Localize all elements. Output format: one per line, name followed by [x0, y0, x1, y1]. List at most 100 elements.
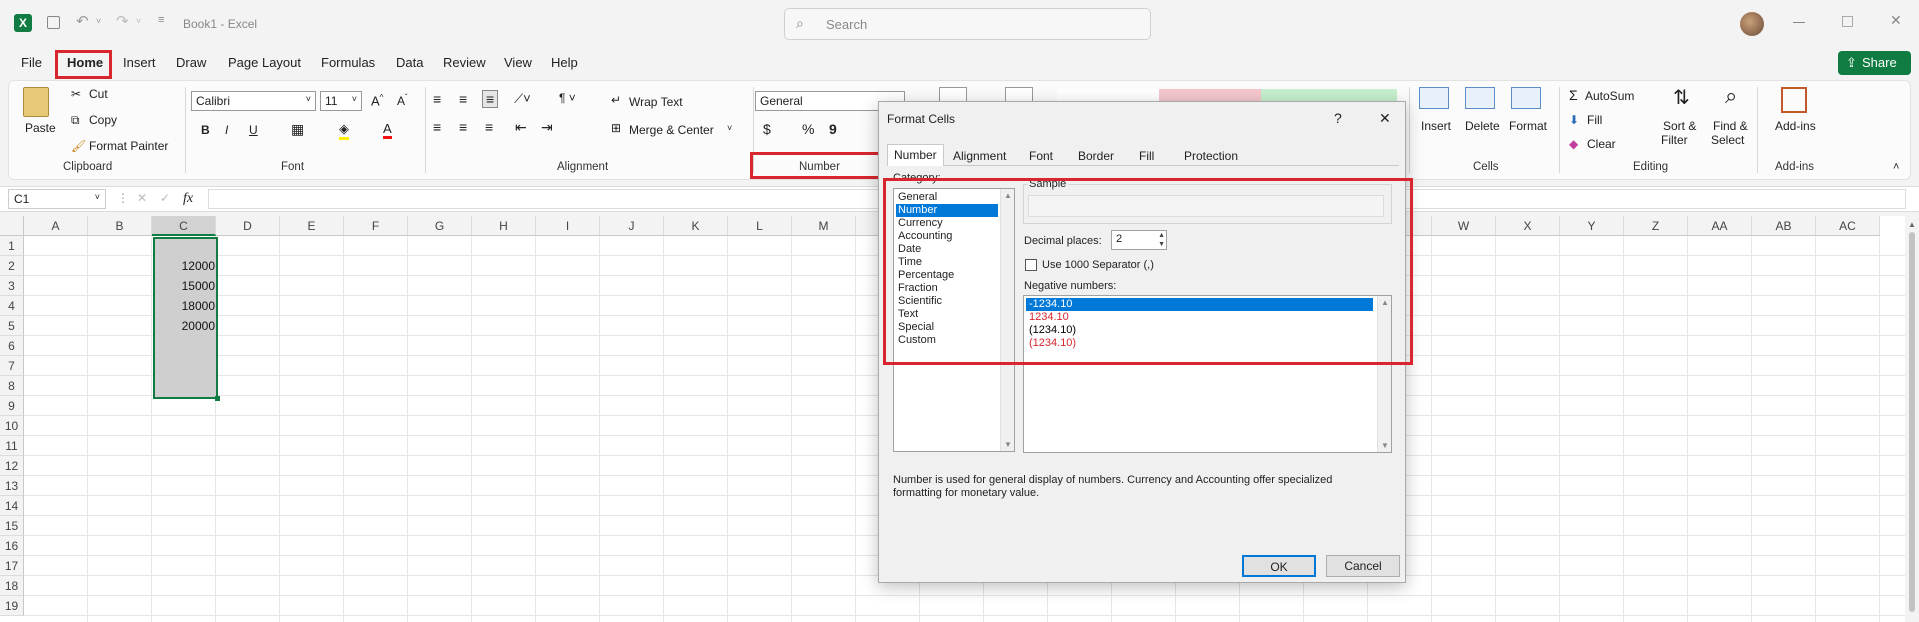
clear-button[interactable]: Clear [1587, 137, 1616, 151]
grow-font-icon[interactable]: A^ [371, 93, 383, 108]
cell-styles-gallery[interactable] [1057, 89, 1397, 101]
cell-c5[interactable]: 20000 [160, 319, 215, 333]
fill-color-icon[interactable]: ◈ [339, 121, 349, 140]
tab-font[interactable]: Font [1023, 146, 1059, 166]
column-header-k[interactable]: K [664, 216, 728, 236]
bold-icon[interactable]: B [201, 123, 210, 137]
merge-center-button[interactable]: Merge & Center [629, 123, 714, 137]
column-header-m[interactable]: M [792, 216, 856, 236]
row-header-1[interactable]: 1 [0, 236, 24, 256]
avatar[interactable] [1740, 12, 1764, 36]
row-header-11[interactable]: 11 [0, 436, 24, 456]
align-right-icon[interactable]: ≡ [485, 119, 493, 135]
scroll-down-icon[interactable]: ▼ [1004, 440, 1012, 449]
row-header-8[interactable]: 8 [0, 376, 24, 396]
help-button[interactable]: ? [1334, 110, 1342, 126]
menu-data[interactable]: Data [396, 55, 423, 70]
row-header-16[interactable]: 16 [0, 536, 24, 556]
cancel-entry-icon[interactable]: ✕ [137, 191, 147, 205]
chevron-down-icon[interactable]: ˅ [727, 123, 732, 133]
customize-qat-icon[interactable]: ≡ [158, 14, 164, 26]
tab-number[interactable]: Number [887, 144, 944, 166]
row-header-19[interactable]: 19 [0, 596, 24, 616]
row-header-4[interactable]: 4 [0, 296, 24, 316]
format-cells-button[interactable]: Format [1509, 119, 1547, 133]
save-icon[interactable] [47, 16, 60, 29]
cancel-button[interactable]: Cancel [1326, 555, 1400, 577]
decrease-indent-icon[interactable]: ⇤ [515, 119, 527, 136]
menu-page-layout[interactable]: Page Layout [228, 55, 301, 70]
redo-icon[interactable]: ↷ [116, 12, 129, 30]
column-header-i[interactable]: I [536, 216, 600, 236]
cell-c2[interactable]: 12000 [160, 259, 215, 273]
insert-cells-button[interactable]: Insert [1421, 119, 1451, 133]
copy-button[interactable]: Copy [89, 113, 117, 127]
search-box[interactable]: ⌕ Search [784, 8, 1151, 40]
increase-indent-icon[interactable]: ⇥ [541, 119, 553, 136]
center-icon[interactable]: ≡ [459, 119, 467, 135]
orientation-icon[interactable]: ⟋˅ [514, 91, 531, 107]
insert-function-icon[interactable]: fx [183, 191, 193, 207]
row-header-7[interactable]: 7 [0, 356, 24, 376]
sort-filter-label-1[interactable]: Sort & [1663, 119, 1696, 133]
column-header-l[interactable]: L [728, 216, 792, 236]
undo-dropdown-icon[interactable]: ˅ [96, 16, 101, 26]
close-dialog-button[interactable]: ✕ [1379, 110, 1391, 127]
row-header-2[interactable]: 2 [0, 256, 24, 276]
delete-cells-button[interactable]: Delete [1465, 119, 1500, 133]
column-header-z[interactable]: Z [1624, 216, 1688, 236]
row-header-15[interactable]: 15 [0, 516, 24, 536]
row-header-12[interactable]: 12 [0, 456, 24, 476]
tab-alignment[interactable]: Alignment [947, 146, 1012, 166]
column-header-ac[interactable]: AC [1816, 216, 1880, 236]
column-header-b[interactable]: B [88, 216, 152, 236]
row-header-14[interactable]: 14 [0, 496, 24, 516]
tab-protection[interactable]: Protection [1178, 146, 1244, 166]
menu-formulas[interactable]: Formulas [321, 55, 375, 70]
row-header-9[interactable]: 9 [0, 396, 24, 416]
ok-button[interactable]: OK [1242, 555, 1316, 577]
restore-icon[interactable] [1842, 16, 1853, 27]
currency-icon[interactable]: $ [763, 121, 771, 137]
menu-file[interactable]: File [21, 55, 42, 70]
menu-draw[interactable]: Draw [176, 55, 206, 70]
menu-help[interactable]: Help [551, 55, 578, 70]
align-top-icon[interactable]: ≡ [433, 91, 441, 107]
fill-handle[interactable] [215, 396, 220, 401]
close-window-icon[interactable]: ✕ [1890, 12, 1902, 29]
align-middle-icon[interactable]: ≡ [459, 91, 467, 107]
format-painter-button[interactable]: Format Painter [89, 139, 168, 153]
cell-c4[interactable]: 18000 [160, 299, 215, 313]
collapse-ribbon-icon[interactable]: ˄ [1893, 161, 1899, 173]
fill-button[interactable]: Fill [1587, 113, 1602, 127]
column-header-d[interactable]: D [216, 216, 280, 236]
column-header-aa[interactable]: AA [1688, 216, 1752, 236]
row-header-13[interactable]: 13 [0, 476, 24, 496]
borders-icon[interactable]: ▦ [291, 121, 304, 138]
align-left-icon[interactable]: ≡ [433, 119, 441, 135]
column-header-ab[interactable]: AB [1752, 216, 1816, 236]
sort-filter-label-2[interactable]: Filter [1661, 133, 1688, 147]
paste-button[interactable]: Paste [25, 121, 56, 135]
column-header-h[interactable]: H [472, 216, 536, 236]
menu-review[interactable]: Review [443, 55, 486, 70]
row-header-10[interactable]: 10 [0, 416, 24, 436]
row-header-18[interactable]: 18 [0, 576, 24, 596]
menu-view[interactable]: View [504, 55, 532, 70]
tab-fill[interactable]: Fill [1133, 146, 1160, 166]
scroll-up-icon[interactable]: ▲ [1908, 220, 1916, 229]
scroll-thumb[interactable] [1909, 232, 1915, 612]
redo-dropdown-icon[interactable]: ˅ [136, 16, 141, 26]
minimize-icon[interactable] [1793, 22, 1805, 23]
font-name-select[interactable]: Calibri ˅ [191, 91, 316, 111]
column-header-j[interactable]: J [600, 216, 664, 236]
font-size-select[interactable]: 11 ˅ [320, 91, 362, 111]
name-box[interactable]: C1 ˅ [8, 189, 106, 209]
find-select-label-2[interactable]: Select [1711, 133, 1744, 147]
shrink-font-icon[interactable]: Aˇ [397, 93, 408, 108]
text-direction-icon[interactable]: ¶ ˅ [559, 91, 576, 105]
italic-icon[interactable]: I [225, 123, 228, 137]
vertical-scrollbar[interactable]: ▲ [1905, 216, 1919, 622]
underline-icon[interactable]: U [249, 123, 258, 137]
select-all-corner[interactable] [0, 216, 24, 236]
